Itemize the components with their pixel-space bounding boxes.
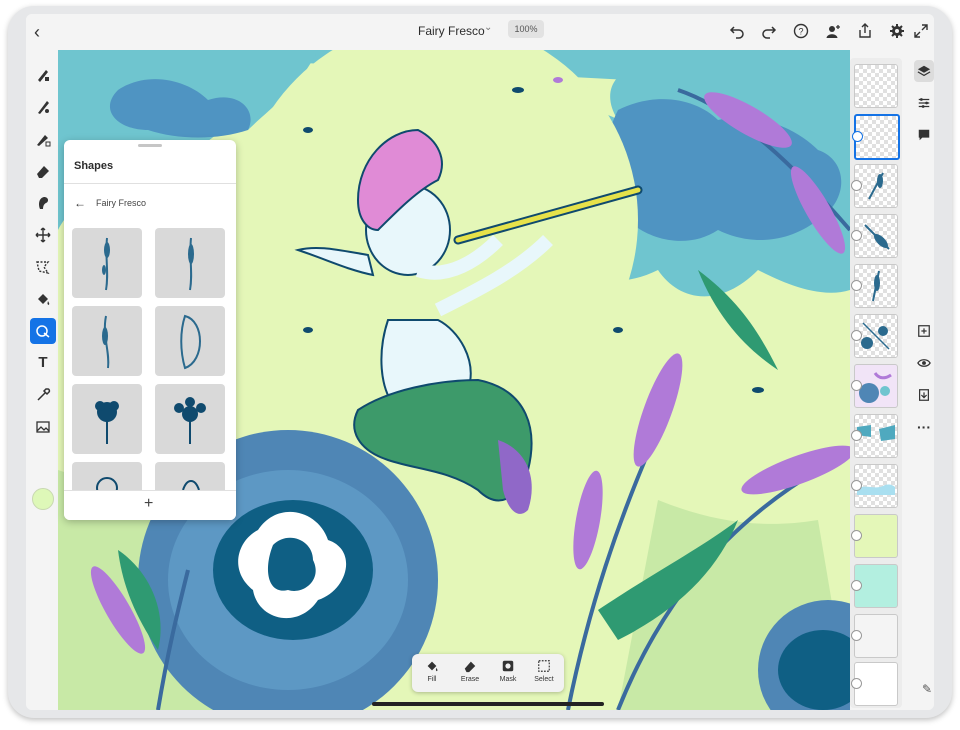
eyedropper-icon[interactable] (30, 382, 56, 408)
layer-mask-dot[interactable] (851, 330, 862, 341)
shapes-panel: Shapes ← Fairy Fresco + (64, 140, 236, 520)
tablet-frame: ‹ Fairy Fresco ⌄ 100% ? T Shapes ← Fairy… (8, 6, 952, 718)
import-icon[interactable] (914, 384, 934, 406)
panel-footer: + (64, 490, 236, 520)
live-brush-icon[interactable] (30, 94, 56, 120)
home-indicator[interactable] (372, 702, 604, 706)
app-screen: ‹ Fairy Fresco ⌄ 100% ? T Shapes ← Fairy… (26, 14, 934, 710)
fill-button[interactable]: Fill (414, 658, 450, 690)
back-icon[interactable]: ‹ (34, 22, 40, 42)
layer-mask-dot[interactable] (851, 180, 862, 191)
layer-mask-dot[interactable] (851, 480, 862, 491)
layer-thumbnail[interactable] (851, 164, 898, 208)
visibility-icon[interactable] (914, 352, 934, 374)
help-icon[interactable]: ? (790, 20, 812, 42)
select-label: Select (534, 676, 554, 683)
fill-icon (427, 661, 438, 672)
share-icon[interactable] (854, 20, 876, 42)
image-icon[interactable] (30, 414, 56, 440)
layer-thumbnail[interactable] (851, 214, 898, 258)
shapes-icon[interactable] (30, 318, 56, 344)
panel-title: Shapes (74, 160, 114, 172)
chevron-down-icon[interactable]: ⌄ (484, 22, 492, 33)
svg-text:?: ? (798, 27, 803, 37)
mask-button[interactable]: Mask (490, 658, 526, 690)
settings-icon[interactable] (886, 20, 908, 42)
shape-tile[interactable] (155, 306, 225, 376)
top-bar: ‹ Fairy Fresco ⌄ 100% ? (26, 14, 934, 50)
layer-thumbnail[interactable] (851, 564, 898, 608)
layers-panel (850, 58, 902, 708)
text-icon[interactable]: T (30, 350, 56, 376)
layer-mask-dot[interactable] (852, 131, 863, 142)
layer-thumbnail[interactable] (851, 662, 898, 706)
erase-label: Erase (460, 676, 480, 683)
layer-mask-dot[interactable] (851, 430, 862, 441)
shape-tile[interactable] (72, 228, 142, 298)
shape-tile[interactable] (72, 306, 142, 376)
redo-icon[interactable] (758, 20, 780, 42)
layer-mask-dot[interactable] (851, 580, 862, 591)
undo-icon[interactable] (726, 20, 748, 42)
layer-mask-dot[interactable] (851, 280, 862, 291)
comments-icon[interactable] (914, 124, 934, 146)
color-swatch[interactable] (32, 488, 54, 510)
document-title[interactable]: Fairy Fresco (418, 24, 485, 38)
layer-thumbnail[interactable] (851, 364, 898, 408)
panel-grab-handle[interactable] (138, 144, 162, 147)
lasso-icon[interactable] (30, 254, 56, 280)
pixel-brush-icon[interactable] (30, 62, 56, 88)
user-add-icon[interactable] (822, 20, 844, 42)
add-shape-button[interactable]: + (144, 495, 153, 513)
arrow-left-icon[interactable]: ← (74, 196, 86, 210)
properties-icon[interactable] (914, 92, 934, 114)
layer-thumbnail[interactable] (851, 514, 898, 558)
fill-icon[interactable] (30, 286, 56, 312)
layer-mask-dot[interactable] (851, 530, 862, 541)
layers-icon[interactable] (914, 60, 934, 82)
layer-mask-dot[interactable] (851, 678, 862, 689)
breadcrumb[interactable]: Fairy Fresco (96, 198, 146, 208)
eraser-icon (464, 661, 476, 673)
layer-thumbnail[interactable] (851, 614, 898, 658)
zoom-level[interactable]: 100% (508, 20, 544, 38)
layer-mask-dot[interactable] (851, 630, 862, 641)
smudge-icon[interactable] (30, 190, 56, 216)
right-rail: ··· (914, 50, 934, 710)
eraser-icon[interactable] (30, 158, 56, 184)
mask-icon (502, 660, 514, 672)
shape-tile[interactable] (155, 384, 225, 454)
erase-button[interactable]: Erase (452, 658, 488, 690)
layer-mask-dot[interactable] (851, 230, 862, 241)
tool-bar: T (26, 50, 58, 710)
mask-label: Mask (499, 676, 517, 683)
fill-label: Fill (427, 676, 437, 683)
move-icon[interactable] (30, 222, 56, 248)
marquee-icon (538, 660, 550, 672)
layer-thumbnail[interactable] (851, 414, 898, 458)
more-icon[interactable]: ··· (914, 416, 934, 438)
add-layer-icon[interactable] (914, 320, 934, 342)
layer-thumbnail[interactable] (851, 464, 898, 508)
layer-thumbnail[interactable] (851, 314, 898, 358)
expand-icon[interactable] (910, 20, 932, 42)
vector-brush-icon[interactable] (30, 126, 56, 152)
layer-thumbnail-selected[interactable] (852, 114, 900, 160)
layer-thumbnail[interactable] (854, 64, 898, 108)
shape-tile[interactable] (155, 228, 225, 298)
shape-tile[interactable] (72, 384, 142, 454)
select-button[interactable]: Select (526, 658, 562, 690)
selection-toolbar: Fill Erase Mask Select (412, 654, 564, 692)
layer-mask-dot[interactable] (851, 380, 862, 391)
pencil-icon[interactable]: ✎ (922, 682, 932, 696)
divider (64, 183, 236, 184)
layer-thumbnail[interactable] (851, 264, 898, 308)
